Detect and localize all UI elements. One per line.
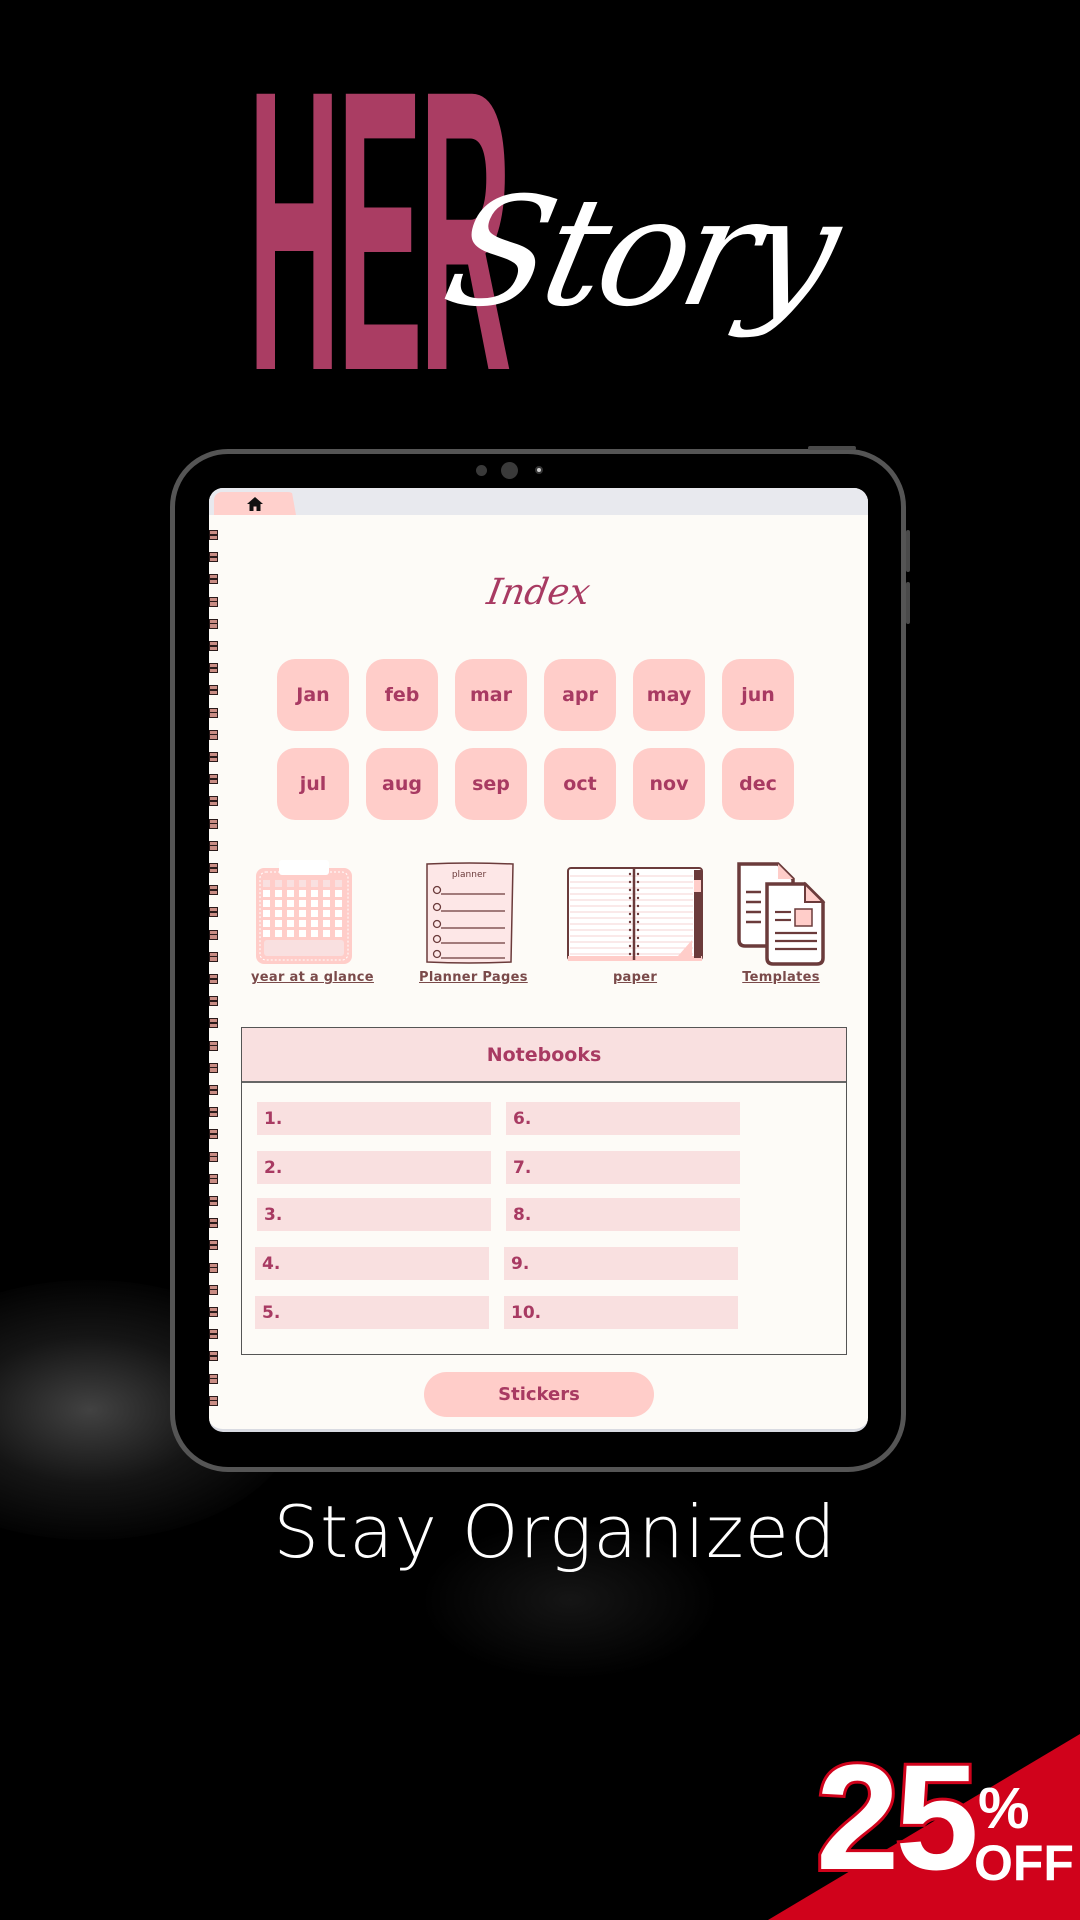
notebook-item[interactable]: 9. xyxy=(504,1247,738,1280)
spiral-ring xyxy=(209,707,218,718)
tablet-camera xyxy=(501,462,518,479)
spiral-ring xyxy=(209,596,218,607)
spiral-ring xyxy=(209,1262,218,1273)
spiral-ring xyxy=(209,530,218,540)
notebook-item[interactable]: 8. xyxy=(506,1198,740,1231)
open-notebook-icon xyxy=(567,867,703,961)
shortcut-label: Planner Pages xyxy=(419,970,528,985)
spiral-ring xyxy=(209,1062,218,1073)
month-button-jul[interactable]: jul xyxy=(277,748,349,820)
notebook-item[interactable]: 5. xyxy=(255,1296,489,1329)
discount-number: 25 xyxy=(813,1733,982,1901)
tab-bar xyxy=(209,488,868,515)
spiral-ring xyxy=(209,1173,218,1184)
spiral-ring xyxy=(209,729,218,740)
spiral-ring xyxy=(209,1196,218,1206)
spiral-ring xyxy=(209,685,218,696)
checklist-icon: planner xyxy=(426,862,514,964)
discount-badge: 25 % OFF xyxy=(760,1720,1080,1920)
month-button-nov[interactable]: nov xyxy=(633,748,705,820)
month-button-jun[interactable]: jun xyxy=(722,659,794,731)
page-title: Index xyxy=(483,572,594,613)
spiral-ring xyxy=(209,1329,218,1340)
stickers-button[interactable]: Stickers xyxy=(424,1372,654,1417)
hero-title-story: Story xyxy=(432,138,849,378)
tablet-volume-down-button xyxy=(906,582,910,624)
spiral-ring xyxy=(209,752,218,762)
spiral-ring xyxy=(209,863,218,873)
shortcut-planner-pages[interactable]: planner Planner Pages xyxy=(419,860,528,985)
shortcut-label: year at a glance xyxy=(251,970,374,985)
spiral-ring xyxy=(209,1040,218,1051)
spiral-ring xyxy=(209,1373,218,1384)
discount-off-label: OFF xyxy=(974,1835,1074,1891)
spiral-ring xyxy=(209,552,218,563)
shortcut-label: Templates xyxy=(742,970,820,985)
notebook-item[interactable]: 2. xyxy=(257,1151,491,1184)
spiral-ring xyxy=(209,951,218,962)
spiral-ring xyxy=(209,840,218,851)
month-button-feb[interactable]: feb xyxy=(366,659,438,731)
spiral-ring xyxy=(209,663,218,674)
notebook-item[interactable]: 3. xyxy=(257,1198,491,1231)
spiral-ring xyxy=(209,1284,218,1295)
spiral-ring xyxy=(209,796,218,807)
month-button-apr[interactable]: apr xyxy=(544,659,616,731)
tagline: Stay Organized xyxy=(273,1490,837,1574)
spiral-ring xyxy=(209,818,218,829)
spiral-ring xyxy=(209,1018,218,1029)
spiral-ring xyxy=(209,885,218,896)
tablet-volume-up-button xyxy=(906,530,910,572)
month-button-mar[interactable]: mar xyxy=(455,659,527,731)
tablet-power-button xyxy=(808,446,856,450)
spiral-ring xyxy=(209,1107,218,1118)
notebook-item[interactable]: 4. xyxy=(255,1247,489,1280)
spiral-ring xyxy=(209,774,218,785)
tablet-sensor xyxy=(476,465,487,476)
month-button-oct[interactable]: oct xyxy=(544,748,616,820)
spiral-ring xyxy=(209,574,218,585)
spiral-ring xyxy=(209,1240,218,1251)
tablet-light-sensor xyxy=(535,466,543,474)
shortcut-label: paper xyxy=(612,970,658,985)
spiral-ring xyxy=(209,974,218,984)
shortcut-templates[interactable]: Templates xyxy=(731,860,831,985)
documents-icon xyxy=(737,862,826,966)
spiral-ring xyxy=(209,1151,218,1162)
month-button-sep[interactable]: sep xyxy=(455,748,527,820)
spiral-ring xyxy=(209,1085,218,1095)
spiral-ring xyxy=(209,1395,218,1406)
notebooks-panel: Notebooks 1. 2. 3. 4. 5. 6. 7. 8. 9. 10. xyxy=(241,1027,847,1355)
notebook-item[interactable]: 7. xyxy=(506,1151,740,1184)
month-button-jan[interactable]: Jan xyxy=(277,659,349,731)
notebooks-header: Notebooks xyxy=(242,1028,846,1083)
notebook-item[interactable]: 6. xyxy=(506,1102,740,1135)
spiral-ring xyxy=(209,996,218,1007)
discount-percent-sign: % xyxy=(978,1776,1030,1841)
spiral-binding xyxy=(209,530,221,1420)
svg-text:planner: planner xyxy=(452,870,487,880)
spiral-ring xyxy=(209,1129,218,1140)
spiral-ring xyxy=(209,1307,218,1317)
tablet-screen: Index Jan feb mar apr may jun jul aug sep oct nov d… xyxy=(209,488,868,1432)
hero-title-story-text: Story xyxy=(431,166,849,340)
month-button-may[interactable]: may xyxy=(633,659,705,731)
spiral-ring xyxy=(209,907,218,918)
spiral-ring xyxy=(209,929,218,940)
notebook-item[interactable]: 10. xyxy=(504,1296,738,1329)
spiral-ring xyxy=(209,1351,218,1362)
shortcut-year-at-a-glance[interactable]: year at a glance xyxy=(251,860,374,985)
month-button-dec[interactable]: dec xyxy=(722,748,794,820)
home-icon xyxy=(247,496,263,511)
shortcut-paper[interactable]: paper xyxy=(565,860,705,985)
spiral-ring xyxy=(209,1218,218,1229)
spiral-ring xyxy=(209,641,218,651)
spiral-ring xyxy=(209,618,218,629)
calendar-icon xyxy=(255,860,352,964)
tab-home[interactable] xyxy=(214,492,296,515)
notebook-item[interactable]: 1. xyxy=(257,1102,491,1135)
month-button-aug[interactable]: aug xyxy=(366,748,438,820)
